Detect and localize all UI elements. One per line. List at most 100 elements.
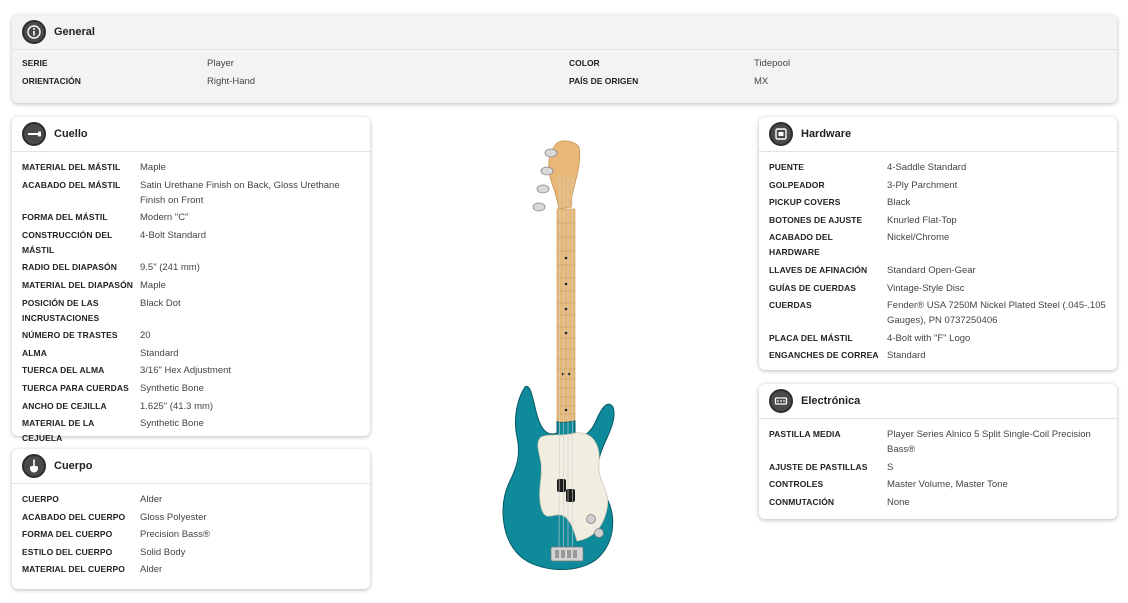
pickup-icon [769, 389, 793, 413]
spec-label: ALMA [22, 347, 47, 358]
spec-value: MX [754, 76, 769, 87]
spec-row: MATERIAL DE LA CEJUELA Synthetic Bone [22, 416, 360, 446]
neck-card: Cuello MATERIAL DEL MÁSTIL Maple ACABADO D… [12, 117, 370, 443]
spec-row: ACABADO DEL HARDWARE Nickel/Chrome [769, 230, 1107, 260]
spec-label: ENGANCHES DE CORREA [769, 350, 879, 361]
neck-header: Cuello [12, 117, 370, 152]
spec-label: PUENTE [769, 162, 805, 172]
info-icon [22, 20, 46, 44]
pickup-upper [557, 479, 566, 492]
spec-value: 1.625" (41.3 mm) [140, 400, 214, 412]
spec-label: BOTONES DE AJUSTE [769, 214, 863, 225]
spec-value: Black [887, 197, 911, 209]
spec-label: NÚMERO DE TRASTES [22, 330, 118, 341]
spec-label: SERIE [22, 58, 48, 68]
volume-knob [586, 514, 596, 524]
guitar-body-icon [22, 454, 46, 478]
spec-row: PASTILLA MEDIA Player Series Alnico 5 Spl… [769, 427, 1107, 457]
spec-label: FORMA DEL MÁSTIL [22, 212, 108, 223]
spec-row: ENGANCHES DE CORREA Standard [769, 348, 1107, 363]
general-header: General [12, 15, 1117, 50]
spec-row: PUENTE 4-Saddle Standard [769, 160, 1107, 175]
spec-label: GOLPEADOR [769, 179, 825, 190]
spec-value: None [887, 496, 910, 508]
spec-label: CUERDAS [769, 300, 812, 311]
spec-row: RADIO DEL DIAPASÓN 9.5" (241 mm) [22, 260, 360, 275]
spec-row: MATERIAL DEL CUERPO Alder [22, 562, 360, 577]
spec-label: ACABADO DEL MÁSTIL [22, 179, 121, 190]
spec-row: BOTONES DE AJUSTE Knurled Flat-Top [769, 213, 1107, 228]
spec-label: ACABADO DEL CUERPO [22, 511, 126, 522]
spec-label: GUÍAS DE CUERDAS [769, 282, 857, 293]
spec-label: ORIENTACIÓN [22, 76, 81, 86]
spec-value: Alder [140, 494, 163, 505]
spec-value: Synthetic Bone [140, 382, 204, 394]
spec-value: 3/16" Hex Adjustment [140, 365, 232, 377]
body-card: Cuerpo CUERPO Alder ACABADO DEL CUERPO Glos… [12, 449, 370, 589]
spec-row: TUERCA DEL ALMA 3/16" Hex Adjustment [22, 363, 360, 378]
spec-label: CONMUTACIÓN [769, 496, 835, 507]
spec-value: Standard Open-Gear [887, 264, 976, 276]
pickup-lower [566, 489, 575, 502]
spec-value: Standard [140, 347, 179, 359]
hardware-card: Hardware PUENTE 4-Saddle Standard GOLPEADO… [759, 117, 1117, 370]
spec-value: 20 [140, 330, 151, 342]
spec-value: Player Series Alnico 5 Split Single-Coil… [887, 429, 1091, 455]
spec-row: LLAVES DE AFINACIÓN Standard Open-Gear [769, 263, 1107, 278]
spec-value: S [887, 461, 894, 473]
general-specs: SERIE Player COLOR Tidepool ORIENTACIÓN … [12, 50, 1117, 95]
spec-row: PLACA DEL MÁSTIL 4-Bolt with "F" Logo [769, 331, 1107, 346]
spec-label: MATERIAL DEL DIAPASÓN [22, 279, 134, 290]
spec-value: Black Dot [140, 297, 181, 309]
spec-label: ANCHO DE CEJILLA [22, 400, 107, 411]
hardware-specs: PUENTE 4-Saddle Standard GOLPEADOR 3-Ply Pa… [759, 152, 1117, 363]
spec-row: FORMA DEL CUERPO Precision Bass® [22, 527, 360, 542]
electronics-specs: PASTILLA MEDIA Player Series Alnico 5 Spl… [759, 419, 1117, 510]
neck-title: Cuello [54, 128, 88, 140]
spec-value: Master Volume, Master Tone [887, 479, 1008, 491]
spec-value: Solid Body [140, 546, 186, 558]
tone-knob [594, 528, 604, 538]
spec-row: AJUSTE DE PASTILLAS S [769, 460, 1107, 475]
spec-row: GOLPEADOR 3-Ply Parchment [769, 178, 1107, 193]
electronics-header: Electrónica [759, 384, 1117, 419]
spec-value: Alder [140, 564, 163, 576]
spec-row: CONTROLES Master Volume, Master Tone [769, 477, 1107, 492]
spec-label: CUERPO [22, 494, 59, 504]
spec-label: AJUSTE DE PASTILLAS [769, 461, 868, 472]
spec-value: Gloss Polyester [140, 511, 207, 523]
spec-label: PLACA DEL MÁSTIL [769, 332, 853, 343]
spec-value: Tidepool [754, 58, 791, 69]
spec-value: Nickel/Chrome [887, 232, 950, 244]
spec-value: 4-Saddle Standard [887, 162, 967, 173]
spec-row: FORMA DEL MÁSTIL Modern "C" [22, 210, 360, 225]
spec-row: POSICIÓN DE LAS INCRUSTACIONES Black Dot [22, 296, 360, 326]
spec-value: 4-Bolt Standard [140, 229, 207, 241]
spec-value: Satin Urethane Finish on Back, Gloss Ure… [140, 179, 340, 206]
spec-value: 4-Bolt with "F" Logo [887, 332, 971, 344]
electronics-title: Electrónica [801, 395, 861, 407]
spec-row: ESTILO DEL CUERPO Solid Body [22, 545, 360, 560]
spec-label: PASTILLA MEDIA [769, 429, 841, 439]
spec-label: ACABADO DEL HARDWARE [769, 232, 833, 258]
spec-value: Modern "C" [140, 212, 189, 224]
spec-row: NÚMERO DE TRASTES 20 [22, 328, 360, 343]
spec-value: Synthetic Bone [140, 418, 204, 430]
general-card: General SERIE Player COLOR Tidepool ORIE… [12, 15, 1117, 103]
spec-row: CUERPO Alder [22, 492, 360, 507]
spec-label: ESTILO DEL CUERPO [22, 546, 113, 557]
spec-label: MATERIAL DEL MÁSTIL [22, 162, 121, 172]
hardware-header: Hardware [759, 117, 1117, 152]
spec-value: Knurled Flat-Top [887, 214, 957, 226]
spec-label: MATERIAL DEL CUERPO [22, 564, 125, 575]
spec-label: COLOR [569, 58, 600, 68]
spec-row: ANCHO DE CEJILLA 1.625" (41.3 mm) [22, 399, 360, 414]
spec-value: Vintage-Style Disc [887, 282, 965, 294]
electronics-card: Electrónica PASTILLA MEDIA Player Series … [759, 384, 1117, 519]
spec-value: Maple [140, 279, 166, 291]
spec-value: Maple [140, 162, 166, 173]
spec-row: PICKUP COVERS Black [769, 195, 1107, 210]
spec-label: TUERCA PARA CUERDAS [22, 382, 129, 393]
spec-row: CUERDAS Fender® USA 7250M Nickel Plated S… [769, 298, 1107, 328]
general-title: General [54, 26, 95, 38]
